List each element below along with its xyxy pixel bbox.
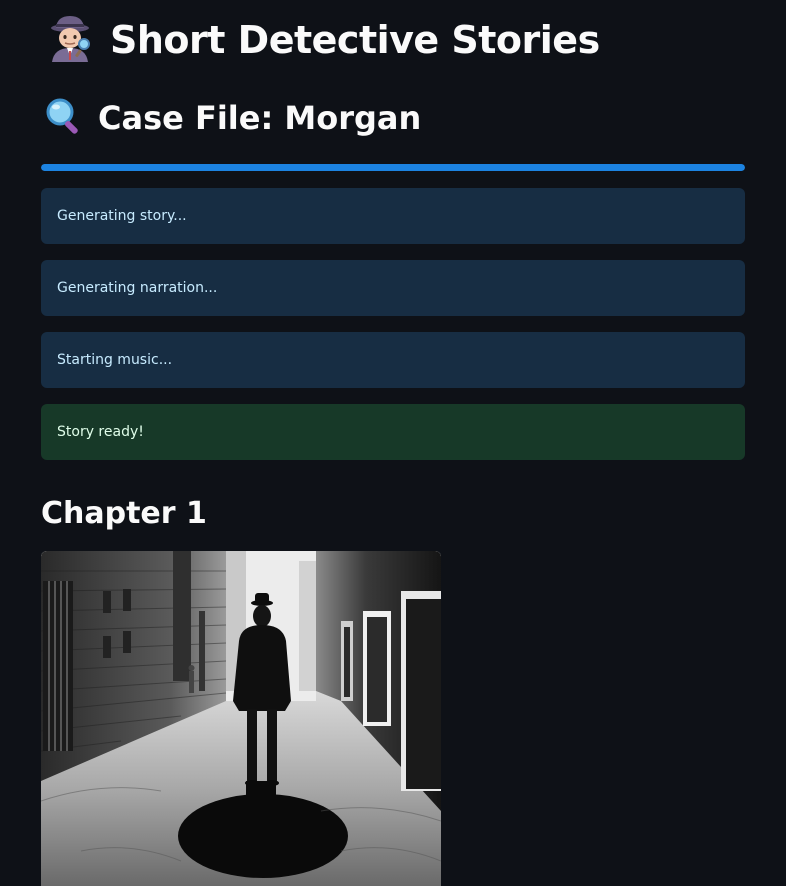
chapter-heading: Chapter 1 [41, 496, 207, 531]
page-title-row: Short Detective Stories [46, 14, 600, 66]
status-message-ready: Story ready! [41, 404, 745, 460]
detective-emoji-icon [46, 14, 94, 66]
status-message-text: Story ready! [57, 424, 144, 440]
status-message-text: Starting music... [57, 352, 173, 368]
progress-bar [41, 164, 745, 171]
status-message-text: Generating story... [57, 208, 187, 224]
page-title: Short Detective Stories [110, 18, 600, 62]
case-file-heading-row: Case File: Morgan [44, 96, 421, 140]
status-message-story: Generating story... [41, 188, 745, 244]
magnifying-glass-icon [44, 96, 84, 140]
alley-scene-image [41, 551, 441, 886]
chapter-image [41, 551, 441, 886]
case-file-heading: Case File: Morgan [98, 99, 422, 137]
status-message-music: Starting music... [41, 332, 745, 388]
progress-fill [41, 164, 745, 171]
app-root: Short Detective Stories Case File: Morga… [0, 0, 786, 886]
status-message-narration: Generating narration... [41, 260, 745, 316]
status-message-text: Generating narration... [57, 280, 218, 296]
